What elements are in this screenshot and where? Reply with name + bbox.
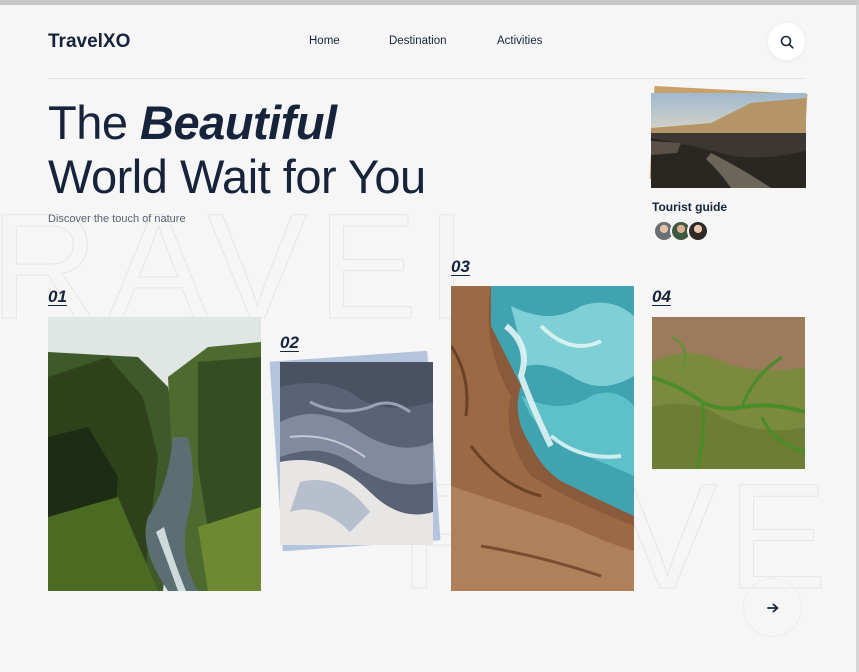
- destination-number-02: 02: [280, 333, 299, 352]
- nav-item-activities[interactable]: Activities: [497, 35, 542, 47]
- next-button[interactable]: [743, 578, 802, 637]
- nav-item-destination[interactable]: Destination: [389, 35, 447, 47]
- nav-item-home[interactable]: Home: [309, 35, 340, 47]
- tourist-guide-label: Tourist guide: [652, 200, 728, 214]
- destination-number-03: 03: [451, 257, 470, 276]
- header-divider: [48, 78, 805, 79]
- hero-title-prefix: The: [48, 96, 141, 149]
- destination-image-glacier[interactable]: [280, 362, 433, 545]
- window-top-border: [0, 0, 859, 5]
- search-icon: [780, 35, 794, 49]
- avatar[interactable]: [687, 220, 709, 242]
- arrow-right-icon: [766, 603, 778, 612]
- destination-number-01: 01: [48, 287, 67, 306]
- destination-image-meadow[interactable]: [652, 317, 805, 469]
- guide-avatars[interactable]: [653, 220, 709, 242]
- hero-title-emphasis: Beautiful: [140, 96, 337, 149]
- search-button[interactable]: [768, 23, 805, 60]
- hero-subtitle: Discover the touch of nature: [48, 213, 186, 225]
- destination-image-ocean-coast[interactable]: [451, 286, 634, 591]
- destination-image-canyon[interactable]: [48, 317, 261, 591]
- guide-photo[interactable]: [651, 93, 806, 188]
- hero-title-line2: World Wait for You: [48, 150, 426, 203]
- brand-logo[interactable]: TravelXO: [48, 31, 130, 53]
- hero-title: The Beautiful World Wait for You: [48, 96, 426, 204]
- destination-number-04: 04: [652, 287, 671, 306]
